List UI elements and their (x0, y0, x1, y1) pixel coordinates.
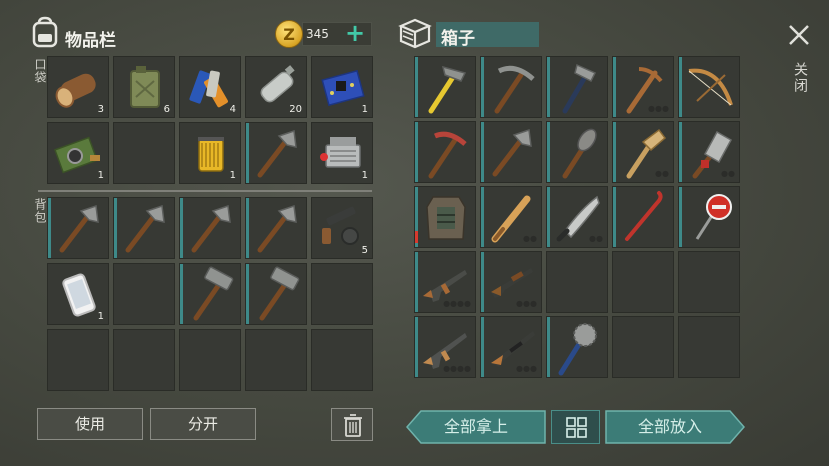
backpack-slot[interactable] (47, 329, 109, 391)
box-slot[interactable] (480, 56, 542, 118)
add-coins-button[interactable]: + (345, 19, 365, 47)
durability-dots: ●●●● (443, 299, 471, 308)
pocket-slot[interactable]: 1 (311, 122, 373, 184)
item-count: 1 (229, 170, 236, 181)
box-slot[interactable] (678, 251, 740, 313)
box-slot[interactable] (678, 186, 740, 248)
backpack-slot[interactable] (245, 329, 307, 391)
durability-dots: ●●●● (443, 364, 471, 373)
box-slot[interactable] (546, 251, 608, 313)
trash-icon (344, 414, 362, 437)
backpack-slot[interactable] (179, 329, 241, 391)
sort-grid-button[interactable] (551, 410, 600, 444)
durability-dots: ●● (589, 234, 603, 243)
pocket-slot[interactable] (113, 122, 175, 184)
item-count: 20 (289, 104, 302, 115)
box-slot[interactable] (480, 121, 542, 183)
put-all-button[interactable]: 全部放入 (605, 410, 745, 444)
durability-dots: ●●● (648, 104, 669, 113)
split-button[interactable]: 分开 (150, 408, 256, 440)
box-slot[interactable] (414, 121, 476, 183)
inventory-title: 物品栏 (65, 31, 116, 51)
take-all-button[interactable]: 全部拿上 (406, 410, 546, 444)
take-all-label: 全部拿上 (443, 417, 508, 436)
pocket-slot[interactable]: 6 (113, 56, 175, 118)
durability-dots: ●● (655, 169, 669, 178)
use-button[interactable]: 使用 (37, 408, 143, 440)
backpack-slot[interactable] (47, 197, 109, 259)
backpack-slot[interactable] (179, 197, 241, 259)
box-slot[interactable]: ●●● (612, 56, 674, 118)
backpack-slot[interactable]: 5 (311, 197, 373, 259)
box-slot[interactable]: ●●●● (414, 251, 476, 313)
backpack-slot[interactable] (311, 263, 373, 325)
box-slot[interactable] (678, 316, 740, 378)
box-slot[interactable]: ●● (546, 186, 608, 248)
item-count: 3 (97, 104, 104, 115)
item-count: 1 (361, 170, 368, 181)
box-icon (398, 17, 432, 49)
backpack-slot[interactable] (113, 197, 175, 259)
box-slot[interactable]: ●● (480, 186, 542, 248)
durability-bar-low (415, 231, 418, 243)
backpack-slot[interactable]: 1 (47, 263, 109, 325)
backpack-icon (30, 16, 60, 48)
pocket-slot[interactable] (245, 122, 307, 184)
pocket-slot[interactable]: 1 (47, 122, 109, 184)
backpack-slot[interactable] (113, 263, 175, 325)
box-slot[interactable]: ●● (612, 121, 674, 183)
box-slot[interactable] (414, 56, 476, 118)
close-button-label[interactable]: 关闭 (790, 62, 810, 94)
coin-icon: Z (275, 20, 303, 48)
item-count: 4 (229, 104, 236, 115)
box-slot[interactable] (612, 251, 674, 313)
put-all-label: 全部放入 (637, 417, 702, 436)
backpack-slot[interactable] (245, 263, 307, 325)
item-count: 1 (97, 311, 104, 322)
durability-dots: ●●● (516, 364, 537, 373)
durability-dots: ●● (721, 169, 735, 178)
box-slot[interactable] (414, 186, 476, 248)
backpack-slot[interactable] (113, 329, 175, 391)
coin-amount: 345 (306, 27, 329, 41)
backpack-slot[interactable] (179, 263, 241, 325)
box-slot[interactable] (546, 316, 608, 378)
backpack-slot[interactable] (311, 329, 373, 391)
close-icon[interactable] (784, 20, 814, 50)
box-slot[interactable]: ●●●● (414, 316, 476, 378)
box-title: 箱子 (441, 29, 475, 49)
item-count: 6 (163, 104, 170, 115)
item-count: 5 (361, 245, 368, 256)
pocket-slot[interactable]: 3 (47, 56, 109, 118)
box-slot[interactable] (546, 56, 608, 118)
pocket-slot[interactable]: 20 (245, 56, 307, 118)
box-slot[interactable] (612, 316, 674, 378)
box-slot[interactable] (612, 186, 674, 248)
item-count: 1 (361, 104, 368, 115)
pocket-slot[interactable]: 4 (179, 56, 241, 118)
box-slot[interactable] (678, 56, 740, 118)
box-slot[interactable]: ●●● (480, 251, 542, 313)
backpack-slot[interactable] (245, 197, 307, 259)
pocket-slot[interactable]: 1 (311, 56, 373, 118)
pocket-slot[interactable]: 1 (179, 122, 241, 184)
grid-icon (566, 417, 587, 438)
durability-dots: ●● (523, 234, 537, 243)
trash-button[interactable] (331, 408, 373, 441)
durability-dots: ●●● (516, 299, 537, 308)
box-slot[interactable] (546, 121, 608, 183)
box-slot[interactable]: ●● (678, 121, 740, 183)
item-count: 1 (97, 170, 104, 181)
section-divider (38, 190, 372, 192)
box-slot[interactable]: ●●● (480, 316, 542, 378)
